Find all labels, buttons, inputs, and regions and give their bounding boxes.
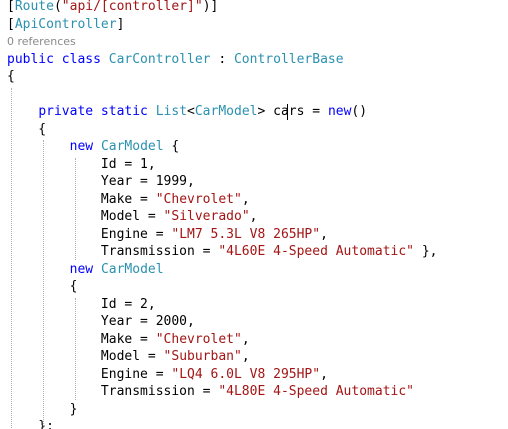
code-token: Model = — [7, 349, 164, 364]
indent-guide-object-2 — [75, 298, 76, 400]
string-token: "LQ4 6.0L V8 295HP" — [171, 366, 321, 382]
code-line[interactable]: Model = "Silverado", — [7, 208, 437, 226]
code-lines[interactable]: [Route("api/[controller]")] [ApiControlle… — [7, 0, 437, 429]
code-token: , — [241, 331, 250, 347]
code-token: [ — [7, 16, 15, 32]
indent-guide-class-body — [11, 88, 12, 428]
code-token: : — [210, 51, 234, 67]
indent-guide-list-body — [43, 140, 44, 428]
code-line[interactable]: { — [7, 121, 437, 139]
code-token: , — [241, 349, 250, 364]
code-line[interactable]: Engine = "LQ4 6.0L V8 295HP", — [7, 366, 437, 384]
code-token: , — [320, 366, 328, 382]
code-token: ] — [116, 16, 125, 32]
code-line[interactable]: Make = "Chevrolet", — [7, 331, 437, 349]
code-line[interactable]: Id = 2, — [7, 296, 437, 314]
code-token: , — [320, 226, 328, 242]
string-token: "Silverado" — [163, 209, 250, 224]
code-line[interactable]: Model = "Suburban", — [7, 348, 437, 366]
keyword-token: new — [69, 139, 101, 154]
code-line[interactable]: new CarModel — [7, 261, 437, 279]
code-token: )] — [202, 0, 219, 14]
code-token: Id = 1, — [7, 156, 156, 172]
code-line[interactable]: Year = 2000, — [7, 313, 437, 331]
string-token: "api/[controller]" — [61, 0, 203, 14]
code-token: Year = 1999, — [7, 174, 195, 189]
code-line[interactable]: } — [7, 401, 437, 419]
code-token: < — [187, 104, 195, 119]
code-line[interactable]: Id = 1, — [7, 156, 437, 174]
code-token: , — [249, 209, 258, 224]
code-token: Make = — [7, 191, 156, 207]
code-editor[interactable]: [Route("api/[controller]")] [ApiControlle… — [0, 0, 508, 429]
code-line[interactable]: }; — [7, 418, 437, 429]
code-line[interactable]: Engine = "LM7 5.3L V8 265HP", — [7, 226, 437, 244]
code-token: Year = 2000, — [7, 314, 195, 329]
code-token: }, — [414, 244, 438, 259]
code-line[interactable]: [Route("api/[controller]")] — [7, 0, 437, 16]
type-token: List — [155, 104, 188, 119]
code-line[interactable]: { — [7, 278, 437, 296]
string-token: "Chevrolet" — [155, 331, 242, 347]
code-token: Transmission = — [7, 384, 219, 399]
keyword-token: private static — [38, 104, 156, 119]
code-token: }; — [7, 419, 54, 429]
string-token: "4L60E 4-Speed Automatic" — [218, 244, 414, 259]
text-caret — [287, 104, 288, 120]
code-token: , — [241, 191, 250, 207]
type-token: CarController — [108, 51, 211, 67]
code-token: ( — [53, 0, 62, 14]
code-line[interactable]: Year = 1999, — [7, 173, 437, 191]
codelens-references[interactable]: 0 references — [7, 33, 437, 51]
string-token: "4L80E 4-Speed Automatic" — [218, 384, 414, 399]
type-token: Route — [14, 0, 54, 14]
code-line[interactable]: { — [7, 68, 437, 86]
type-token: CarModel — [100, 261, 164, 277]
code-token: { — [7, 121, 47, 137]
keyword-token: public class — [7, 51, 109, 67]
code-token: Make = — [7, 331, 156, 347]
code-token: Engine = — [7, 366, 172, 382]
code-line[interactable]: private static List<CarModel> cars = new… — [7, 103, 437, 121]
type-token: CarModel — [194, 104, 258, 119]
code-line[interactable]: Make = "Chevrolet", — [7, 191, 437, 209]
code-token: > cars = — [257, 104, 328, 119]
code-line[interactable]: Transmission = "4L80E 4-Speed Automatic" — [7, 383, 437, 401]
code-token: { — [7, 69, 15, 84]
type-token: ApiController — [14, 16, 117, 32]
code-token: () — [351, 104, 368, 119]
code-line[interactable]: Transmission = "4L60E 4-Speed Automatic"… — [7, 243, 438, 261]
string-token: "Chevrolet" — [155, 191, 242, 207]
code-token: Transmission = — [7, 244, 219, 259]
code-line[interactable]: public class CarController : ControllerB… — [7, 51, 437, 69]
indent-guide-object-1 — [75, 158, 76, 260]
string-token: "Suburban" — [163, 349, 242, 364]
keyword-token: new — [327, 104, 352, 119]
code-token: { — [163, 139, 180, 154]
type-token: CarModel — [100, 139, 164, 154]
code-token: Id = 2, — [7, 296, 156, 312]
code-line[interactable]: new CarModel { — [7, 138, 437, 156]
code-token: Engine = — [7, 226, 172, 242]
type-token: ControllerBase — [233, 51, 344, 67]
code-line[interactable]: [ApiController] — [7, 16, 437, 34]
code-token: Model = — [7, 209, 164, 224]
keyword-token: new — [69, 261, 101, 277]
code-token: [ — [7, 0, 15, 14]
string-token: "LM7 5.3L V8 265HP" — [171, 226, 321, 242]
code-line[interactable] — [7, 86, 437, 104]
